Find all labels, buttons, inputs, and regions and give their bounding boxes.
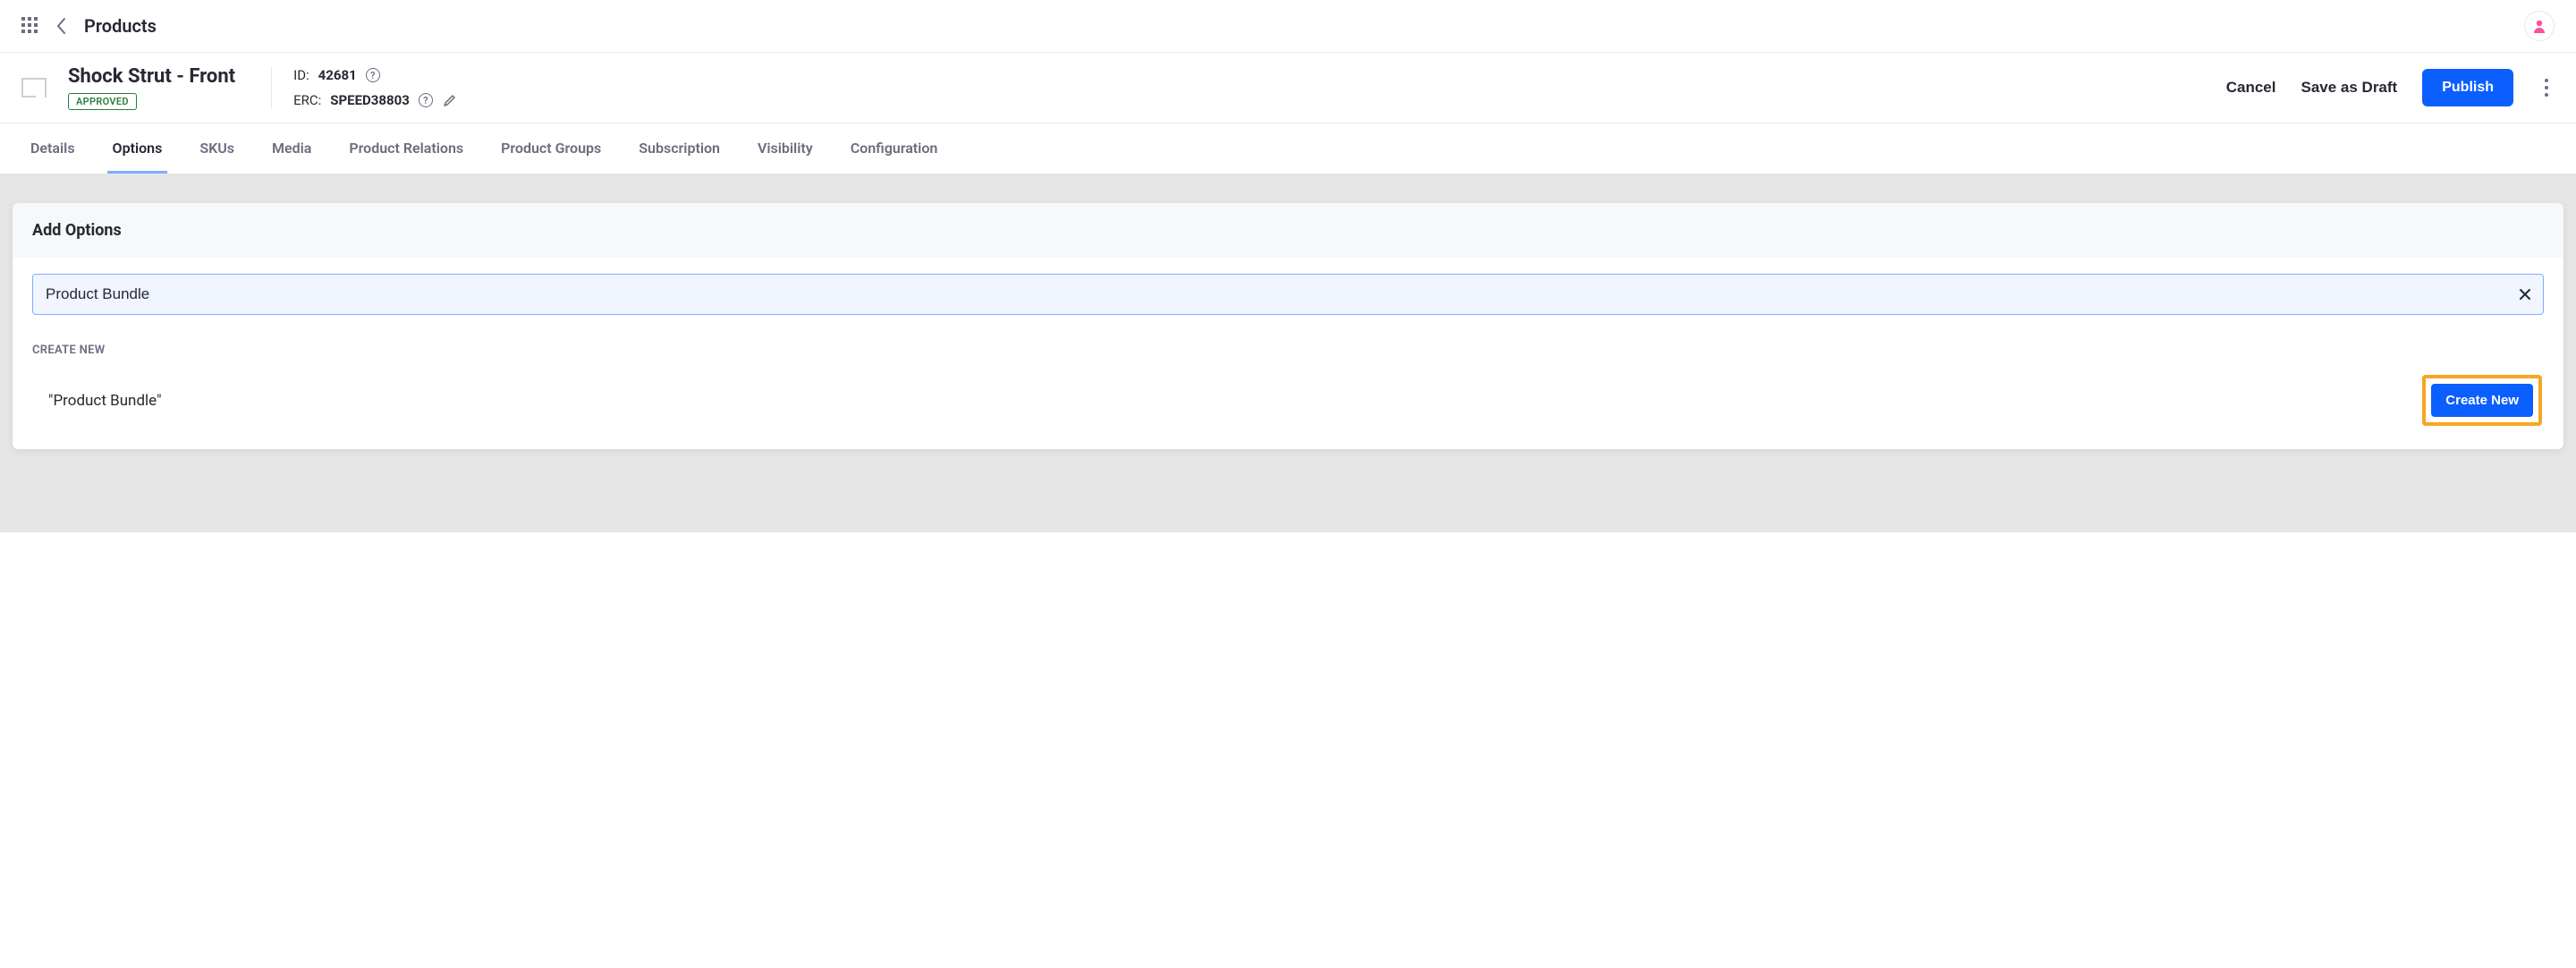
erc-label: ERC:	[293, 92, 321, 108]
title-column: Shock Strut - Front APPROVED	[68, 65, 235, 110]
result-text: "Product Bundle"	[48, 392, 162, 410]
create-new-button[interactable]: Create New	[2431, 384, 2533, 417]
tab-media[interactable]: Media	[267, 123, 317, 174]
tab-options[interactable]: Options	[107, 123, 168, 174]
add-options-panel: Add Options CREATE NEW "Product Bundle" …	[13, 203, 2563, 449]
status-badge: APPROVED	[68, 93, 137, 110]
search-wrap	[32, 274, 2544, 315]
product-thumbnail	[21, 78, 47, 98]
help-icon[interactable]: ?	[419, 93, 433, 107]
erc-value: SPEED38803	[330, 92, 410, 108]
avatar[interactable]	[2524, 11, 2555, 41]
id-value: 42681	[318, 67, 357, 83]
publish-button[interactable]: Publish	[2422, 69, 2513, 106]
panel-body: CREATE NEW "Product Bundle" Create New	[13, 258, 2563, 449]
create-new-row: "Product Bundle" Create New	[32, 369, 2544, 446]
tab-details[interactable]: Details	[25, 123, 80, 174]
page-title: Shock Strut - Front	[68, 65, 235, 88]
breadcrumb[interactable]: Products	[84, 15, 157, 37]
tab-product-relations[interactable]: Product Relations	[343, 123, 469, 174]
cancel-button[interactable]: Cancel	[2226, 79, 2276, 97]
tab-bar: Details Options SKUs Media Product Relations…	[0, 123, 2576, 174]
tab-configuration[interactable]: Configuration	[845, 123, 944, 174]
tab-subscription[interactable]: Subscription	[633, 123, 725, 174]
id-row: ID: 42681 ?	[293, 67, 458, 83]
product-header: Shock Strut - Front APPROVED ID: 42681 ?…	[0, 53, 2576, 123]
topbar: Products	[0, 0, 2576, 53]
panel-title: Add Options	[13, 203, 2563, 258]
back-icon[interactable]	[55, 17, 68, 35]
erc-row: ERC: SPEED38803 ?	[293, 92, 458, 108]
tab-product-groups[interactable]: Product Groups	[496, 123, 606, 174]
help-icon[interactable]: ?	[366, 68, 380, 82]
divider	[271, 66, 272, 109]
tab-visibility[interactable]: Visibility	[752, 123, 818, 174]
header-actions: Cancel Save as Draft Publish	[2226, 69, 2555, 106]
apps-menu-icon[interactable]	[21, 17, 39, 35]
tab-skus[interactable]: SKUs	[194, 123, 240, 174]
id-label: ID:	[293, 67, 309, 83]
edit-icon[interactable]	[442, 92, 458, 108]
options-search-input[interactable]	[32, 274, 2544, 315]
create-new-section-label: CREATE NEW	[32, 344, 2544, 357]
topbar-left: Products	[21, 15, 157, 37]
workspace: Add Options CREATE NEW "Product Bundle" …	[0, 174, 2576, 532]
save-draft-button[interactable]: Save as Draft	[2301, 79, 2397, 97]
more-menu-icon[interactable]	[2538, 74, 2555, 101]
meta-column: ID: 42681 ? ERC: SPEED38803 ?	[293, 67, 458, 108]
clear-icon[interactable]	[2513, 283, 2537, 306]
highlight-box: Create New	[2422, 375, 2542, 426]
